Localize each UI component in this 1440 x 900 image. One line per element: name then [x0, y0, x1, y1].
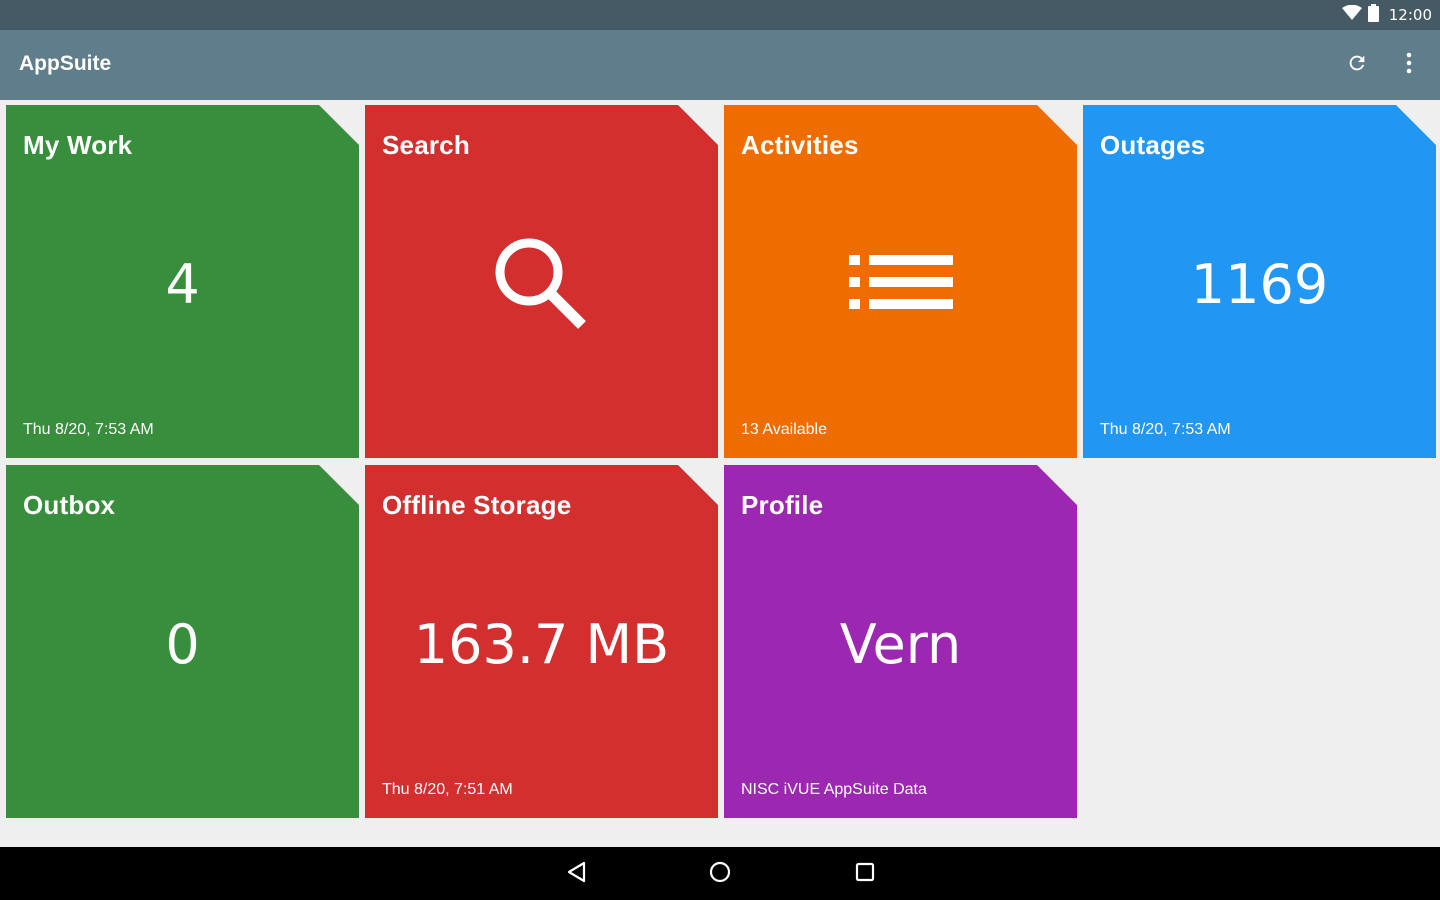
- search-icon: [487, 230, 597, 345]
- tile-title: Outages: [1100, 130, 1206, 160]
- tile-my-work[interactable]: My Work 4 Thu 8/20, 7:53 AM: [6, 105, 359, 458]
- tile-title: Search: [382, 130, 470, 160]
- tile-profile[interactable]: Profile Vern NISC iVUE AppSuite Data: [724, 465, 1077, 818]
- app-bar: AppSuite: [0, 30, 1440, 100]
- navigation-bar: [0, 847, 1440, 900]
- tile-value: Vern: [839, 613, 962, 676]
- battery-icon: [1367, 3, 1379, 27]
- status-icons: 12:00: [1341, 3, 1432, 27]
- back-icon: [566, 861, 588, 888]
- recents-icon: [854, 861, 876, 888]
- tile-value: 4: [165, 253, 200, 316]
- more-vert-icon: [1405, 52, 1413, 79]
- tile-footer: Thu 8/20, 7:53 AM: [23, 421, 154, 438]
- status-bar: 12:00: [0, 0, 1440, 30]
- tile-title: Profile: [741, 490, 824, 520]
- tile-footer: NISC iVUE AppSuite Data: [741, 781, 927, 798]
- tile-value: 1169: [1190, 253, 1329, 316]
- recents-button[interactable]: [850, 859, 880, 889]
- app-actions: [1342, 50, 1424, 80]
- tile-search[interactable]: Search: [365, 105, 718, 458]
- home-icon: [709, 861, 731, 888]
- refresh-button[interactable]: [1342, 50, 1372, 80]
- wifi-icon: [1341, 4, 1362, 26]
- tile-title: My Work: [23, 130, 133, 160]
- tile-icon: [365, 230, 718, 345]
- back-button[interactable]: [562, 859, 592, 889]
- tile-value: 0: [165, 613, 200, 676]
- tile-footer: 13 Available: [741, 421, 827, 438]
- tile-outbox[interactable]: Outbox 0: [6, 465, 359, 818]
- tile-title: Activities: [741, 130, 859, 160]
- refresh-icon: [1346, 52, 1368, 79]
- status-time: 12:00: [1388, 6, 1432, 24]
- tile-offline-storage[interactable]: Offline Storage 163.7 MB Thu 8/20, 7:51 …: [365, 465, 718, 818]
- tile-value: 163.7 MB: [413, 613, 670, 676]
- tile-icon: [724, 253, 1077, 318]
- overflow-menu-button[interactable]: [1394, 50, 1424, 80]
- home-button[interactable]: [705, 859, 735, 889]
- tile-title: Offline Storage: [382, 490, 572, 520]
- tile-activities[interactable]: Activities 13 Available: [724, 105, 1077, 458]
- tile-outages[interactable]: Outages 1169 Thu 8/20, 7:53 AM: [1083, 105, 1436, 458]
- tile-footer: Thu 8/20, 7:53 AM: [1100, 421, 1231, 438]
- list-icon: [849, 253, 953, 318]
- app-title: AppSuite: [19, 52, 112, 75]
- tile-title: Outbox: [23, 490, 116, 520]
- tile-footer: Thu 8/20, 7:51 AM: [382, 781, 513, 798]
